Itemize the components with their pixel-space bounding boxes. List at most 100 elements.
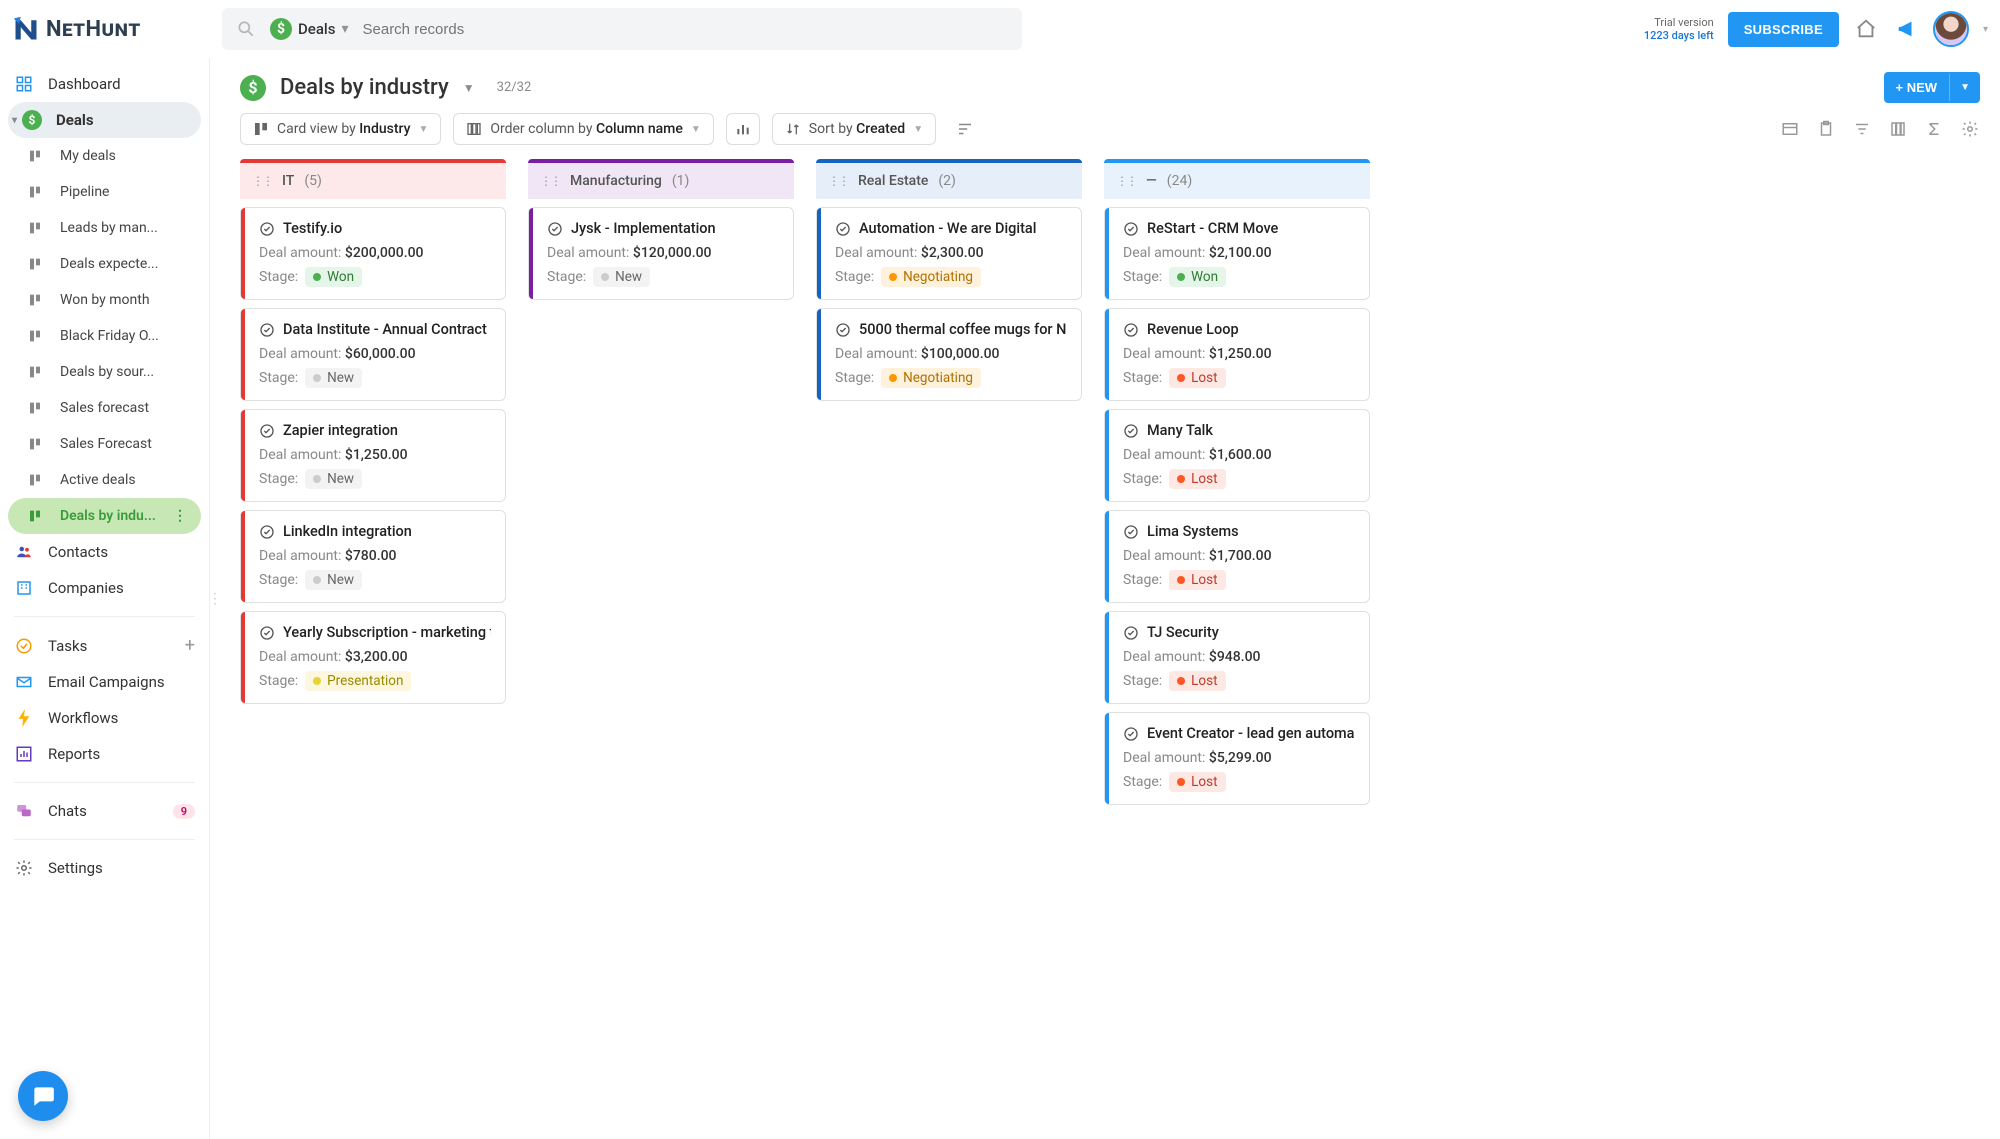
column-count: (5): [304, 173, 322, 189]
column-header[interactable]: ⋮⋮ IT (5): [240, 159, 506, 199]
bolt-icon: [14, 708, 34, 728]
sidebar-item-tasks[interactable]: Tasks +: [0, 627, 209, 664]
subscribe-button[interactable]: SUBSCRIBE: [1728, 12, 1839, 47]
deal-card[interactable]: ReStart - CRM MoveDeal amount: $2,100.00…: [1104, 207, 1370, 300]
column-name: IT: [282, 173, 294, 189]
search-scope-label: Deals: [298, 20, 335, 38]
search-input[interactable]: [363, 21, 1009, 38]
deal-card[interactable]: Many TalkDeal amount: $1,600.00Stage: Lo…: [1104, 409, 1370, 502]
sidebar-subitem-deals[interactable]: Pipeline: [0, 174, 209, 210]
stage-row: Stage: Presentation: [259, 671, 491, 691]
sidebar: Dashboard ▾ $ Deals My dealsPipeline Lead…: [0, 58, 210, 1139]
chats-count-badge: 9: [173, 804, 195, 819]
sidebar-item-email-campaigns[interactable]: Email Campaigns: [0, 664, 209, 700]
home-icon[interactable]: [1853, 16, 1879, 42]
sidebar-contacts-label: Contacts: [48, 543, 195, 561]
kanban-column: ⋮⋮ IT (5) Testify.ioDeal amount: $200,000.0…: [240, 159, 506, 704]
sidebar-subitem-deals[interactable]: My deals: [0, 138, 209, 174]
column-header[interactable]: ⋮⋮Real Estate(2): [816, 159, 1082, 199]
sidebar-subitem-deals[interactable]: Sales Forecast: [0, 426, 209, 462]
sidebar-subitem-label: Active deals: [60, 472, 195, 488]
user-avatar[interactable]: [1933, 11, 1969, 47]
sidebar-item-companies[interactable]: Companies: [0, 570, 209, 606]
clipboard-icon[interactable]: [1816, 119, 1836, 139]
sidebar-item-workflows[interactable]: Workflows: [0, 700, 209, 736]
sidebar-item-deals[interactable]: ▾ $ Deals: [8, 102, 201, 138]
avatar-caret[interactable]: ▾: [1983, 24, 1988, 35]
sort-lines-button[interactable]: [948, 113, 982, 145]
order-column-selector[interactable]: Order column by Column name ▼: [453, 113, 713, 145]
chat-fab[interactable]: [18, 1071, 68, 1121]
deal-card[interactable]: Event Creator - lead gen automa...Deal a…: [1104, 712, 1370, 805]
sort-selector[interactable]: Sort by Created ▼: [772, 113, 936, 145]
deal-amount-row: Deal amount: $1,250.00: [259, 447, 491, 463]
kanban-column: ⋮⋮—(24) ReStart - CRM MoveDeal amount: $2…: [1104, 159, 1370, 805]
brand-icon: [12, 15, 40, 43]
collapse-icon[interactable]: ▾: [12, 115, 17, 126]
sidebar-item-contacts[interactable]: Contacts: [0, 534, 209, 570]
sidebar-subitem-deals[interactable]: Deals expecte...: [0, 246, 209, 282]
deal-card[interactable]: Revenue LoopDeal amount: $1,250.00Stage:…: [1104, 308, 1370, 401]
sidebar-item-reports[interactable]: Reports: [0, 736, 209, 772]
deal-card[interactable]: Testify.ioDeal amount: $200,000.00Stage:…: [240, 207, 506, 300]
deal-card[interactable]: LinkedIn integrationDeal amount: $780.00…: [240, 510, 506, 603]
board-mini-icon: [26, 218, 46, 238]
sidebar-resizer[interactable]: ⋮: [210, 58, 220, 1139]
page-title[interactable]: Deals by industry: [280, 75, 449, 100]
drag-handle-icon[interactable]: ⋮⋮: [540, 174, 560, 188]
deal-card[interactable]: 5000 thermal coffee mugs for N...Deal am…: [816, 308, 1082, 401]
column-header[interactable]: ⋮⋮—(24): [1104, 159, 1370, 199]
sidebar-subitem-deals[interactable]: Leads by man...: [0, 210, 209, 246]
drag-handle-icon[interactable]: ⋮⋮: [1116, 174, 1136, 188]
table-view-icon[interactable]: [1780, 119, 1800, 139]
sidebar-subitem-label: Leads by man...: [60, 220, 195, 236]
column-count: (1): [672, 173, 690, 189]
column-header[interactable]: ⋮⋮Manufacturing(1): [528, 159, 794, 199]
sigma-icon[interactable]: [1924, 119, 1944, 139]
board-mini-icon: [26, 506, 46, 526]
trial-version-label: Trial version: [1644, 16, 1714, 29]
sort-lines-icon: [956, 120, 974, 138]
megaphone-icon[interactable]: [1893, 16, 1919, 42]
new-record-button[interactable]: + NEW ▼: [1884, 72, 1980, 103]
deal-card[interactable]: Lima SystemsDeal amount: $1,700.00Stage:…: [1104, 510, 1370, 603]
sidebar-subitem-label: Sales forecast: [60, 400, 195, 416]
more-icon[interactable]: ⋮: [173, 508, 187, 524]
drag-handle-icon[interactable]: ⋮⋮: [252, 174, 272, 188]
sidebar-subitem-deals[interactable]: Active deals: [0, 462, 209, 498]
deal-card[interactable]: TJ SecurityDeal amount: $948.00Stage: Lo…: [1104, 611, 1370, 704]
stage-chip: Negotiating: [881, 267, 981, 287]
add-task-icon[interactable]: +: [185, 635, 195, 656]
chart-toggle[interactable]: [726, 113, 760, 145]
deal-card[interactable]: Zapier integrationDeal amount: $1,250.00…: [240, 409, 506, 502]
filter-icon[interactable]: [1852, 119, 1872, 139]
searchbox[interactable]: $ Deals ▾: [222, 8, 1022, 50]
deal-card[interactable]: Yearly Subscription - marketing t...Deal…: [240, 611, 506, 704]
sidebar-subitem-deals[interactable]: Sales forecast: [0, 390, 209, 426]
sidebar-subitem-deals[interactable]: Won by month: [0, 282, 209, 318]
columns-config-icon[interactable]: [1888, 119, 1908, 139]
deal-card[interactable]: Data Institute - Annual ContractDeal amo…: [240, 308, 506, 401]
card-title: TJ Security: [1123, 624, 1355, 641]
search-scope-pill[interactable]: $ Deals ▾: [270, 18, 349, 40]
sidebar-subitem-deals[interactable]: Black Friday O...: [0, 318, 209, 354]
new-button-split[interactable]: ▼: [1949, 74, 1980, 101]
sidebar-item-chats[interactable]: Chats 9: [0, 793, 209, 829]
logo[interactable]: NetHunt: [12, 15, 212, 43]
deal-card[interactable]: Automation - We are DigitalDeal amount: …: [816, 207, 1082, 300]
columns-icon: [466, 121, 482, 137]
chevron-down-icon[interactable]: ▼: [463, 81, 475, 95]
sidebar-item-settings[interactable]: Settings: [0, 850, 209, 886]
sidebar-subitem-deals[interactable]: Deals by indu...⋮: [8, 498, 201, 534]
sidebar-tasks-label: Tasks: [48, 637, 171, 655]
stage-chip: Negotiating: [881, 368, 981, 388]
card-view-selector[interactable]: Card view by Industry ▼: [240, 113, 441, 145]
sidebar-item-dashboard[interactable]: Dashboard: [0, 66, 209, 102]
settings-gear-icon[interactable]: [1960, 119, 1980, 139]
people-icon: [14, 542, 34, 562]
deal-card[interactable]: Jysk - ImplementationDeal amount: $120,0…: [528, 207, 794, 300]
board-mini-icon: [26, 290, 46, 310]
sidebar-subitem-deals[interactable]: Deals by sour...: [0, 354, 209, 390]
sidebar-subitem-label: Deals by sour...: [60, 364, 195, 380]
drag-handle-icon[interactable]: ⋮⋮: [828, 174, 848, 188]
